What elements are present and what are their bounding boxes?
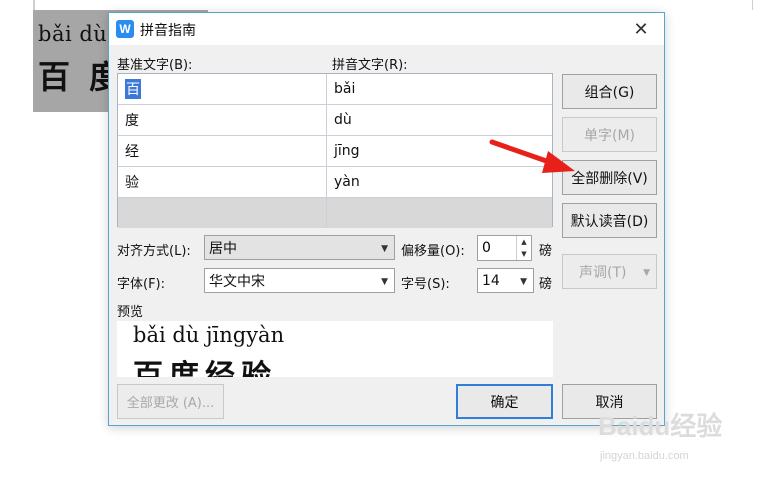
base-text-label: 基准文字(B): xyxy=(117,58,193,73)
dialog-title: 拼音指南 xyxy=(140,23,196,39)
spin-up-icon[interactable]: ▲ xyxy=(517,236,531,248)
offset-value: 0 xyxy=(482,240,491,256)
offset-label: 偏移量(O): xyxy=(401,244,465,259)
font-size-value: 14 xyxy=(482,272,500,289)
offset-unit: 磅 xyxy=(539,244,553,259)
document-margin-mark xyxy=(33,0,35,10)
alignment-value: 居中 xyxy=(209,240,237,257)
base-text-cell[interactable]: 度 xyxy=(118,105,327,135)
pinyin-grid: 百 bǎi 度 dù 经 jīng 验 yàn xyxy=(117,73,553,228)
delete-all-button[interactable]: 全部删除(V) xyxy=(562,160,657,195)
base-text-cell-empty xyxy=(118,198,327,228)
alignment-label: 对齐方式(L): xyxy=(117,244,191,259)
font-select[interactable]: 华文中宋 ▼ xyxy=(204,268,395,293)
close-icon: ✕ xyxy=(633,18,649,40)
group-button[interactable]: 组合(G) xyxy=(562,74,657,109)
font-label: 字体(F): xyxy=(117,277,166,292)
ok-button[interactable]: 确定 xyxy=(456,384,553,419)
base-text-cell[interactable]: 百 xyxy=(118,74,327,104)
document-margin-mark-right xyxy=(752,0,753,10)
dialog-titlebar: W 拼音指南 ✕ xyxy=(109,13,664,45)
wps-writer-icon: W xyxy=(116,20,134,38)
spinner-buttons: ▲ ▼ xyxy=(516,236,531,260)
tone-button[interactable]: 声调(T) ▼ xyxy=(562,254,657,289)
chevron-down-icon: ▼ xyxy=(520,277,527,287)
change-all-button[interactable]: 全部更改 (A)... xyxy=(117,384,224,419)
chevron-down-icon: ▼ xyxy=(381,277,388,287)
tone-button-label: 声调(T) xyxy=(579,264,627,281)
document-pinyin-line: bǎi dù xyxy=(38,22,108,46)
grid-row: 验 yàn xyxy=(118,167,552,198)
grid-row: 度 dù xyxy=(118,105,552,136)
base-text-cell[interactable]: 经 xyxy=(118,136,327,166)
pinyin-guide-dialog: W 拼音指南 ✕ 基准文字(B): 拼音文字(R): 百 bǎi 度 dù 经 … xyxy=(108,12,665,426)
pinyin-text-label: 拼音文字(R): xyxy=(332,58,408,73)
preview-label: 预览 xyxy=(117,305,144,320)
base-text-value: 百 xyxy=(125,79,141,99)
font-size-unit: 磅 xyxy=(539,277,553,292)
pinyin-text-cell[interactable]: yàn xyxy=(327,167,554,197)
font-size-label: 字号(S): xyxy=(401,277,450,292)
pinyin-text-cell[interactable]: dù xyxy=(327,105,554,135)
watermark-logo: Baidu经验 xyxy=(598,411,723,441)
close-button[interactable]: ✕ xyxy=(628,16,654,42)
pinyin-text-cell[interactable]: jīng xyxy=(327,136,554,166)
watermark: Baidu经验 jingyan.baidu.com xyxy=(590,398,740,468)
font-size-select[interactable]: 14 ▼ xyxy=(477,268,534,293)
preview-pinyin: bǎi dù jīngyàn xyxy=(133,323,285,347)
grid-row: 经 jīng xyxy=(118,136,552,167)
single-char-button[interactable]: 单字(M) xyxy=(562,117,657,152)
pinyin-text-cell-empty xyxy=(327,198,554,228)
preview-hanzi: 百度经验 xyxy=(133,359,277,377)
grid-row: 百 bǎi xyxy=(118,74,552,105)
chevron-down-icon: ▼ xyxy=(381,244,388,254)
font-value: 华文中宋 xyxy=(209,273,265,290)
spin-down-icon[interactable]: ▼ xyxy=(517,248,531,260)
watermark-url: jingyan.baidu.com xyxy=(600,450,689,462)
preview-box: bǎi dù jīngyàn 百度经验 xyxy=(117,321,553,377)
pinyin-text-cell[interactable]: bǎi xyxy=(327,74,554,104)
offset-spinner[interactable]: 0 ▲ ▼ xyxy=(477,235,532,261)
base-text-cell[interactable]: 验 xyxy=(118,167,327,197)
grid-row-empty xyxy=(118,198,552,228)
default-reading-button[interactable]: 默认读音(D) xyxy=(562,203,657,238)
chevron-down-icon: ▼ xyxy=(643,268,650,278)
alignment-select[interactable]: 居中 ▼ xyxy=(204,235,395,260)
